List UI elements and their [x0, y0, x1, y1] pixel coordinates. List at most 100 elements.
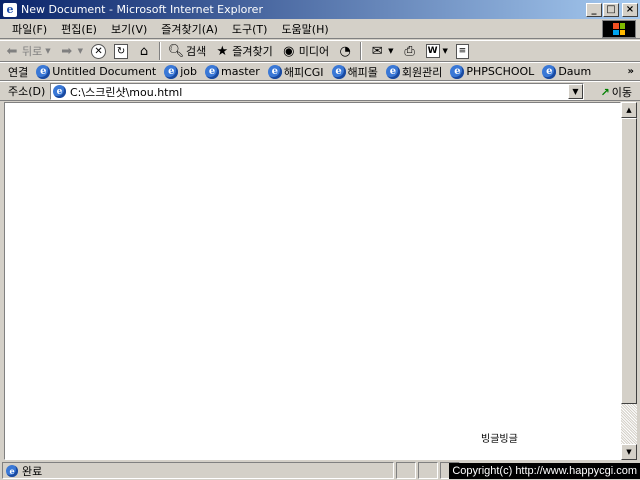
ie-page-icon: e [205, 64, 220, 79]
forward-button[interactable]: ➡ ▼ [55, 41, 87, 61]
stop-icon: ✕ [91, 43, 107, 59]
ie-page-icon: e [164, 64, 179, 79]
link-daum[interactable]: e Daum [542, 64, 592, 79]
search-icon: 🔍︎ [167, 43, 185, 59]
forward-dropdown-icon[interactable]: ▼ [78, 47, 83, 55]
history-button[interactable]: ◔ [333, 41, 357, 61]
ie-icon: e [3, 2, 17, 17]
favorites-label: 즐겨찾기 [232, 45, 273, 58]
close-button[interactable]: × [622, 2, 638, 17]
ie-page-icon: e [331, 64, 346, 79]
copyright-overlay: Copyright(c) http://www.happycgi.com [449, 463, 640, 479]
link-label: Daum [558, 65, 592, 78]
scroll-down-button[interactable]: ▼ [621, 444, 637, 460]
link-label: job [180, 65, 198, 78]
forward-arrow-icon: ➡ [61, 43, 73, 59]
back-label: 뒤로 [22, 45, 43, 58]
address-value: C:\스크린샷\mou.html [70, 85, 183, 99]
link-phpschool[interactable]: e PHPSCHOOL [450, 64, 535, 79]
link-master[interactable]: e master [205, 64, 260, 79]
search-label: 검색 [186, 45, 207, 58]
ie-page-icon: e [542, 64, 557, 79]
address-input[interactable]: e C:\스크린샷\mou.html ▼ [50, 83, 584, 100]
minimize-button[interactable]: _ [586, 2, 602, 17]
scroll-track[interactable] [621, 404, 637, 444]
scroll-up-button[interactable]: ▲ [621, 102, 637, 118]
favorites-button[interactable]: ★ 즐겨찾기 [210, 41, 276, 61]
status-bar: e 완료 Copyright(c) http://www.happycgi.co… [0, 461, 640, 480]
mail-dropdown-icon[interactable]: ▼ [388, 47, 393, 55]
discuss-button[interactable]: ≡ [452, 41, 473, 61]
windows-logo-icon [602, 20, 636, 38]
link-label: 회원관리 [401, 65, 443, 79]
browser-window: e New Document - Microsoft Internet Expl… [0, 0, 640, 480]
back-arrow-icon: ⬅ [6, 43, 18, 59]
link-happycgi[interactable]: e 해피CGI [267, 64, 324, 80]
vertical-scrollbar[interactable]: ▲ ▼ [621, 102, 637, 460]
menu-tools[interactable]: 도구(T) [225, 21, 275, 37]
search-button[interactable]: 🔍︎ 검색 [164, 41, 210, 61]
refresh-button[interactable]: ↻ [110, 41, 132, 61]
menu-help[interactable]: 도움말(H) [274, 21, 335, 37]
address-bar: 주소(D) e C:\스크린샷\mou.html ▼ ↗ 이동 [0, 81, 640, 101]
favorites-icon: ★ [216, 43, 229, 59]
link-member-management[interactable]: e 회원관리 [385, 64, 443, 80]
stop-button[interactable]: ✕ [87, 41, 110, 61]
link-label: Untitled Document [52, 65, 157, 78]
more-links-chevron-icon[interactable]: » [628, 66, 634, 77]
ie-page-icon: e [36, 64, 51, 79]
link-untitled-document[interactable]: e Untitled Document [36, 64, 157, 79]
link-label: master [221, 65, 260, 78]
link-label: PHPSCHOOL [466, 65, 535, 78]
print-icon: ⎙ [404, 43, 415, 59]
menu-favorites[interactable]: 즐겨찾기(A) [154, 21, 225, 37]
edit-button[interactable]: W ▼ [422, 41, 452, 61]
media-button[interactable]: ◉ 미디어 [277, 41, 333, 61]
media-label: 미디어 [298, 45, 330, 58]
ie-page-icon: e [450, 64, 465, 79]
go-button[interactable]: ↗ 이동 [601, 84, 632, 100]
status-main-panel: e 완료 [2, 462, 394, 479]
mail-button[interactable]: ✉ ▼ [365, 41, 397, 61]
media-icon: ◉ [283, 43, 295, 59]
edit-dropdown-icon[interactable]: ▼ [443, 47, 448, 55]
standard-toolbar: ⬅ 뒤로 ▼ ➡ ▼ ✕ ↻ ⌂ 🔍︎ 검색 ★ 즐겨찾기 ◉ 미디어 ◔ ✉ … [0, 40, 640, 62]
ie-page-icon: e [267, 64, 282, 79]
back-button[interactable]: ⬅ 뒤로 ▼ [0, 41, 55, 61]
mail-icon: ✉ [371, 43, 383, 59]
link-label: 해피CGI [283, 65, 324, 79]
link-job[interactable]: e job [164, 64, 198, 79]
address-dropdown-button[interactable]: ▼ [568, 84, 583, 99]
menu-edit[interactable]: 편집(E) [54, 21, 104, 37]
link-label: 해피몰 [347, 65, 378, 79]
page-content: 빙글빙글 [4, 102, 621, 460]
toolbar-separator [159, 42, 162, 60]
history-icon: ◔ [339, 43, 351, 59]
discuss-icon: ≡ [455, 43, 469, 59]
scroll-thumb[interactable] [621, 118, 637, 404]
title-bar[interactable]: e New Document - Microsoft Internet Expl… [0, 0, 640, 19]
print-button[interactable]: ⎙ [398, 41, 422, 61]
toolbar-separator [360, 42, 363, 60]
menu-file[interactable]: 파일(F) [5, 21, 54, 37]
links-bar: 연결 e Untitled Document e job e master e … [0, 62, 640, 81]
home-icon: ⌂ [139, 43, 149, 59]
content-text: 빙글빙글 [481, 434, 518, 445]
go-arrow-icon: ↗ [600, 85, 610, 99]
back-dropdown-icon[interactable]: ▼ [45, 47, 50, 55]
menu-view[interactable]: 보기(V) [104, 21, 154, 37]
status-panel [418, 462, 438, 479]
ie-page-icon: e [6, 464, 18, 477]
menu-bar: 파일(F) 편집(E) 보기(V) 즐겨찾기(A) 도구(T) 도움말(H) [0, 19, 640, 39]
status-text: 완료 [22, 464, 43, 478]
word-edit-icon: W [425, 44, 440, 58]
window-title: New Document - Microsoft Internet Explor… [21, 3, 263, 16]
go-label: 이동 [611, 86, 632, 99]
link-happymall[interactable]: e 해피몰 [331, 64, 378, 80]
ie-page-icon: e [385, 64, 400, 79]
refresh-icon: ↻ [114, 43, 129, 59]
ie-page-icon: e [53, 85, 66, 98]
home-button[interactable]: ⌂ [132, 41, 156, 61]
links-label: 연결 [8, 65, 29, 79]
maximize-button[interactable]: □ [603, 2, 619, 17]
